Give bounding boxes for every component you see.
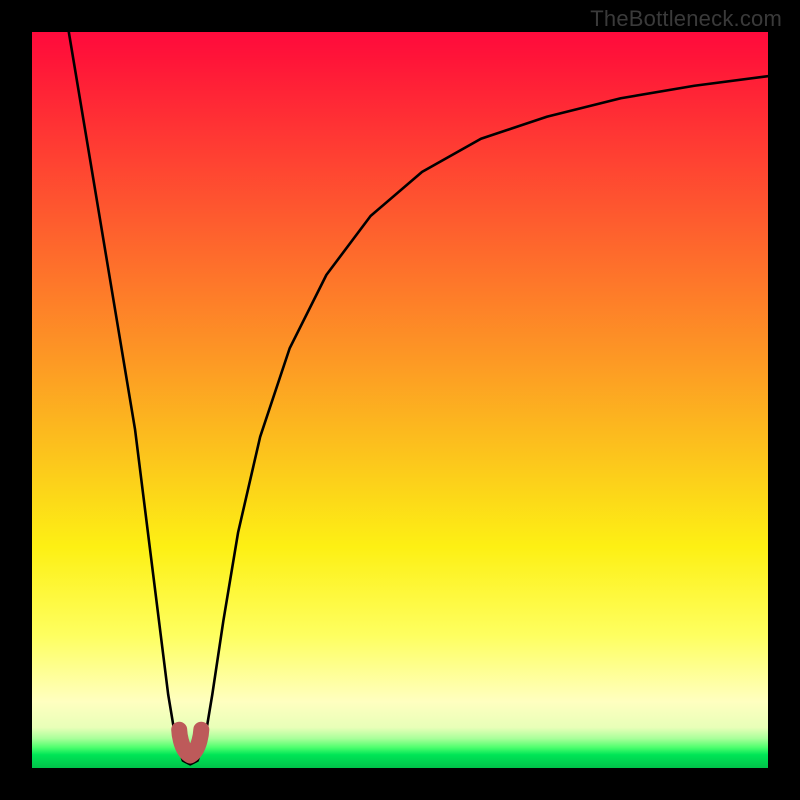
watermark-text: TheBottleneck.com [590, 6, 782, 32]
chart-frame: TheBottleneck.com [0, 0, 800, 800]
plot-area [32, 32, 768, 768]
curve-path [69, 32, 768, 764]
bottleneck-curve [32, 32, 768, 768]
minimum-marker-path [179, 730, 201, 756]
